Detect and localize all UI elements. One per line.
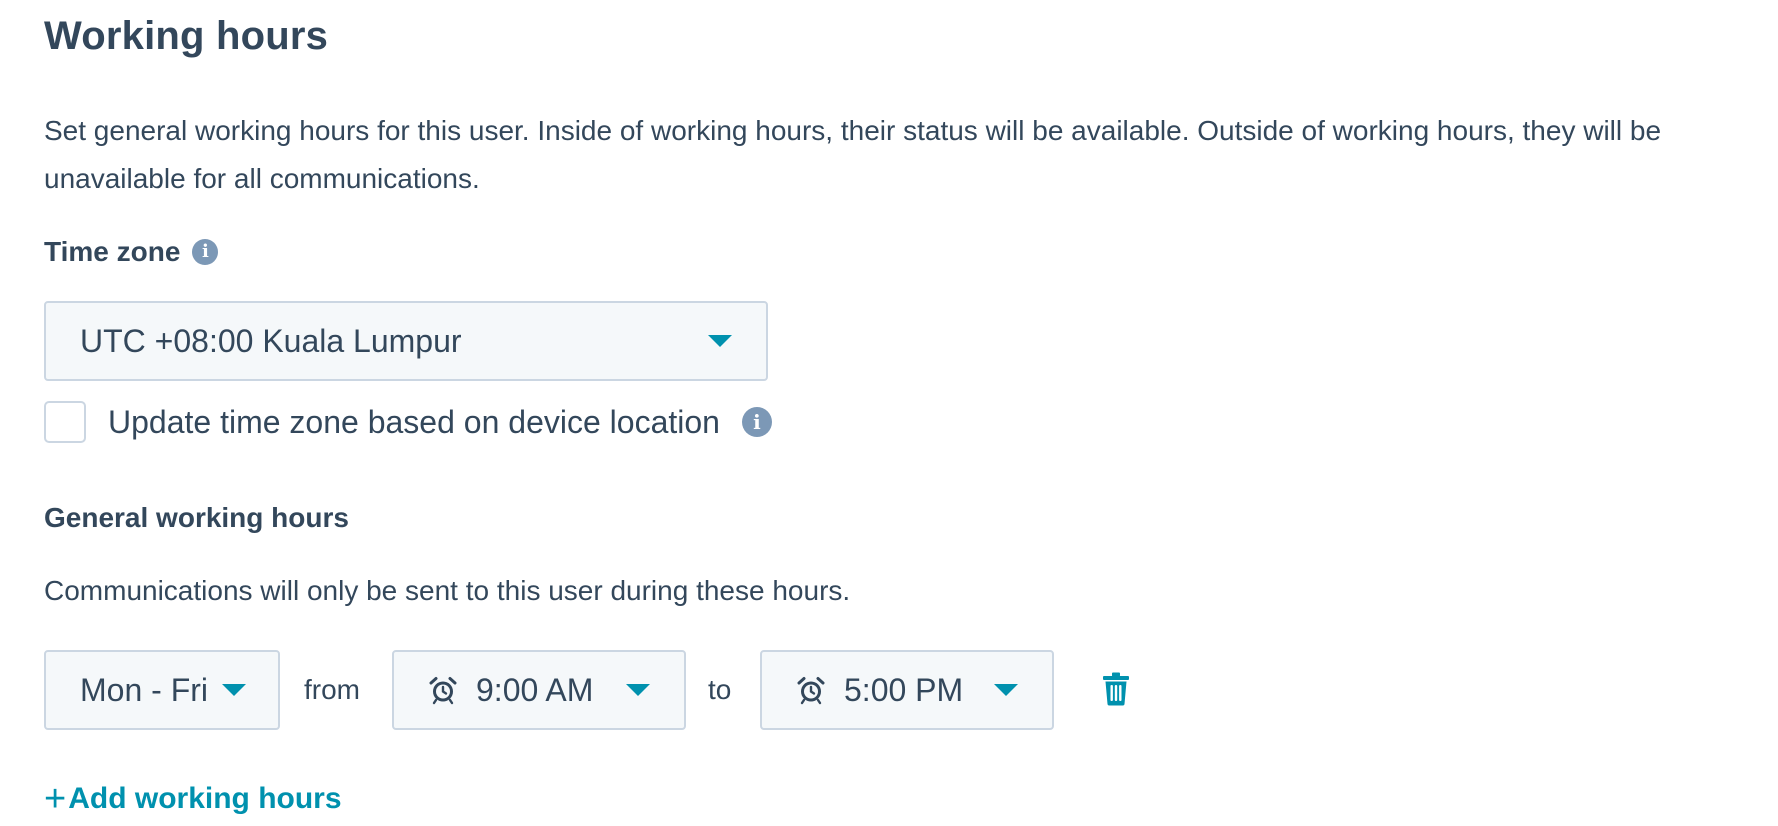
trash-icon[interactable] [1102, 672, 1130, 706]
info-icon[interactable]: i [741, 407, 772, 437]
end-time-select[interactable]: 5:00 PM [760, 650, 1054, 730]
working-hours-page: Working hours Set general working hours … [0, 0, 1778, 826]
alarm-clock-icon [429, 677, 457, 705]
time-zone-label-row: Time zone i [44, 236, 219, 268]
caret-down-icon [708, 335, 732, 347]
to-label: to [708, 674, 732, 705]
days-value: Mon - Fri [80, 671, 208, 708]
page-description: Set general working hours for this user.… [44, 115, 1662, 194]
caret-down-icon [222, 684, 246, 696]
days-select[interactable]: Mon - Fri [44, 650, 280, 730]
time-zone-label: Time zone [44, 236, 181, 267]
general-working-hours-label: General working hours [44, 502, 349, 533]
end-time-value: 5:00 PM [844, 671, 964, 708]
plus-icon: + [44, 778, 67, 820]
start-time-value: 9:00 AM [476, 671, 594, 708]
from-label: from [304, 674, 360, 705]
caret-down-icon [626, 684, 650, 696]
time-zone-select[interactable]: UTC +08:00 Kuala Lumpur [44, 301, 768, 381]
device-location-label[interactable]: Update time zone based on device locatio… [108, 404, 720, 441]
add-working-hours-label: Add working hours [68, 782, 342, 815]
alarm-clock-icon [797, 677, 825, 705]
general-working-hours-description: Communications will only be sent to this… [44, 575, 851, 606]
add-working-hours-button[interactable]: + Add working hours [44, 780, 342, 818]
device-location-row: Update time zone based on device locatio… [44, 400, 772, 444]
info-icon[interactable]: i [192, 239, 219, 265]
page-title: Working hours [44, 14, 329, 58]
time-zone-value: UTC +08:00 Kuala Lumpur [80, 322, 462, 359]
device-location-checkbox[interactable] [44, 401, 86, 443]
caret-down-icon [994, 684, 1018, 696]
start-time-select[interactable]: 9:00 AM [392, 650, 686, 730]
